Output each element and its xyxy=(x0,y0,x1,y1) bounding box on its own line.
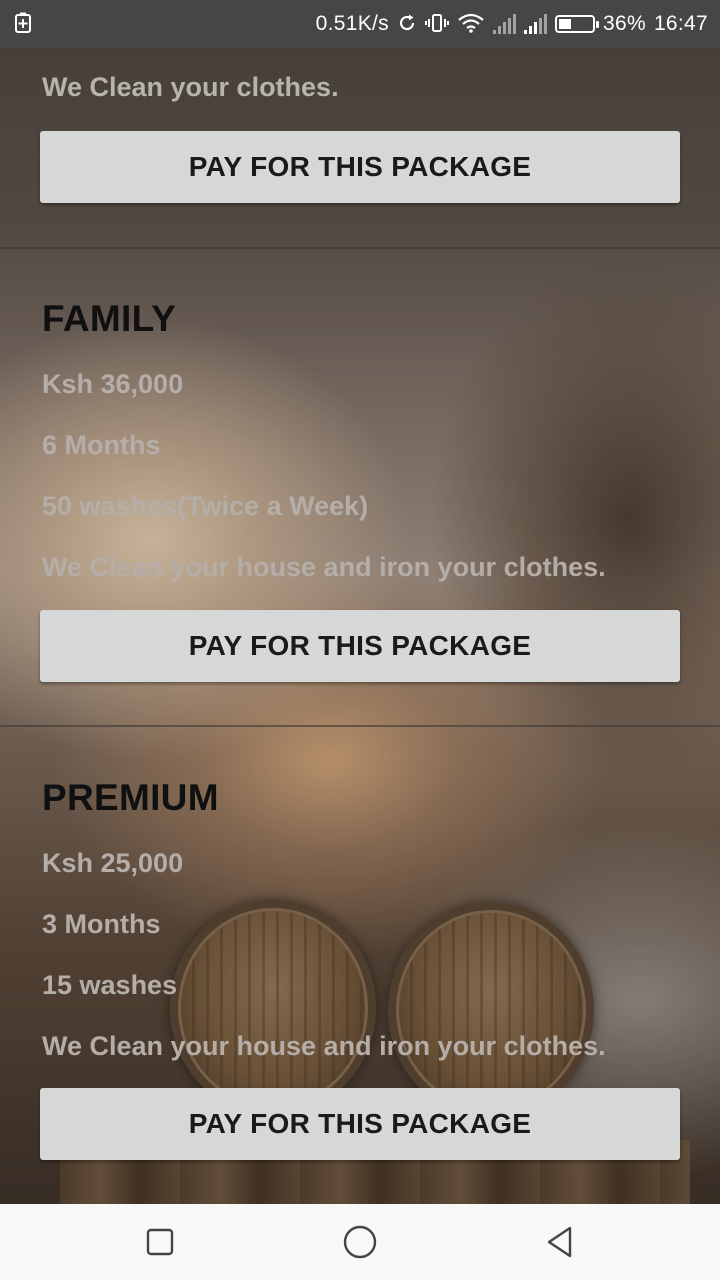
home-circle-icon[interactable] xyxy=(340,1222,380,1262)
package-description: We Clean your clothes. xyxy=(42,72,339,102)
battery-level xyxy=(559,19,571,29)
pay-for-package-button[interactable]: PAY FOR THIS PACKAGE xyxy=(40,1088,680,1160)
pay-for-package-button[interactable]: PAY FOR THIS PACKAGE xyxy=(40,131,680,203)
status-bar: 0.51K/s 36% 16:47 xyxy=(0,0,720,48)
battery-saver-icon xyxy=(14,12,32,34)
navigation-bar xyxy=(0,1204,720,1280)
battery-icon xyxy=(555,15,599,33)
sync-icon xyxy=(397,13,417,36)
back-triangle-icon[interactable] xyxy=(540,1222,580,1262)
recents-square-icon[interactable] xyxy=(140,1222,180,1262)
package-duration: 3 Months xyxy=(42,909,161,939)
package-washes: 15 washes xyxy=(42,970,178,1000)
clock: 16:47 xyxy=(653,12,708,35)
package-title: FAMILY xyxy=(42,298,177,339)
pay-for-package-button[interactable]: PAY FOR THIS PACKAGE xyxy=(40,610,680,682)
network-speed: 0.51K/s xyxy=(315,12,389,35)
package-price: Ksh 36,000 xyxy=(42,369,184,399)
package-price: Ksh 25,000 xyxy=(42,848,184,878)
package-description: We Clean your house and iron your clothe… xyxy=(42,1031,606,1061)
package-description: We Clean your house and iron your clothe… xyxy=(42,552,606,582)
package-title: PREMIUM xyxy=(42,777,219,818)
wifi-icon xyxy=(457,13,485,36)
package-washes: 50 washes(Twice a Week) xyxy=(42,491,369,521)
divider xyxy=(0,725,720,727)
signal-strength-icon xyxy=(493,14,516,34)
package-duration: 6 Months xyxy=(42,430,161,460)
vibrate-icon xyxy=(425,13,449,36)
divider xyxy=(0,247,720,249)
signal-strength-icon xyxy=(524,14,547,34)
battery-percent: 36% xyxy=(603,12,646,35)
package-list[interactable]: We Clean your clothes. PAY FOR THIS PACK… xyxy=(0,48,720,1204)
